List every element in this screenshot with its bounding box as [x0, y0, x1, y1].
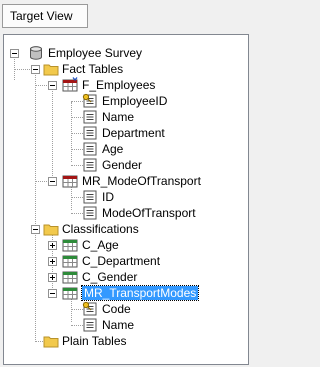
database-icon: [30, 46, 42, 60]
tree-line: [35, 85, 47, 86]
tree-node-mr-mode-of-transport[interactable]: MR_ModeOfTransport: [4, 173, 244, 189]
key-field-icon: [82, 93, 97, 108]
tree-node-field[interactable]: Code: [4, 301, 244, 317]
c-department-label: C_Department: [82, 254, 161, 268]
tree-node-field[interactable]: Age: [4, 141, 244, 157]
tree-node-root[interactable]: Employee Survey: [4, 45, 244, 61]
table-icon: [62, 175, 78, 188]
field-label: Gender: [102, 158, 143, 172]
field-label: Department: [102, 126, 165, 140]
fact-tables-label: Fact Tables: [62, 62, 124, 76]
field-label: Age: [102, 142, 124, 156]
tree-node-c-department[interactable]: C_Department: [4, 253, 244, 269]
classification-table-icon: [62, 271, 78, 284]
field-label: Code: [102, 302, 131, 316]
field-icon: [83, 318, 97, 332]
field-label: Name: [102, 110, 135, 124]
tree-node-field[interactable]: Name: [4, 317, 244, 333]
classifications-label: Classifications: [62, 222, 139, 236]
field-label: EmployeeID: [102, 94, 168, 108]
tree-node-field[interactable]: Gender: [4, 157, 244, 173]
tree-node-c-age[interactable]: C_Age: [4, 237, 244, 253]
mr-transport-modes-label: MR_TransportModes: [80, 285, 200, 301]
tree-node-plain-tables[interactable]: Plain Tables: [4, 333, 244, 349]
root-label: Employee Survey: [48, 46, 143, 60]
tree-node-field[interactable]: ID: [4, 189, 244, 205]
tree-node-field[interactable]: Department: [4, 125, 244, 141]
tree-node-c-gender[interactable]: C_Gender: [4, 269, 244, 285]
tree-node-field[interactable]: EmployeeID: [4, 93, 244, 109]
collapse-icon[interactable]: [31, 225, 40, 234]
field-label: ModeOfTransport: [102, 206, 196, 220]
expand-icon[interactable]: [48, 241, 57, 250]
expand-icon[interactable]: [48, 257, 57, 266]
tree-line: [14, 69, 30, 70]
classification-table-icon: [62, 239, 78, 252]
field-icon: [83, 190, 97, 204]
tree-line: [35, 341, 43, 342]
mr-mode-label: MR_ModeOfTransport: [82, 174, 201, 188]
target-tree[interactable]: Employee Survey Fact Tables F_Employees …: [3, 34, 249, 365]
panel-title-tab: Target View: [2, 4, 88, 28]
f-employees-label: F_Employees: [82, 78, 156, 92]
tree-node-field[interactable]: Name: [4, 109, 244, 125]
table-icon: [62, 77, 78, 92]
collapse-icon[interactable]: [48, 81, 57, 90]
tree-node-f-employees[interactable]: F_Employees: [4, 77, 244, 93]
field-icon: [83, 126, 97, 140]
field-icon: [83, 206, 97, 220]
collapse-icon[interactable]: [10, 49, 19, 58]
field-icon: [83, 158, 97, 172]
folder-icon: [43, 336, 59, 348]
field-label: ID: [102, 190, 114, 204]
collapse-icon[interactable]: [48, 177, 57, 186]
classification-table-icon: [62, 255, 78, 268]
field-icon: [83, 142, 97, 156]
tree-line: [35, 181, 47, 182]
folder-icon: [43, 64, 59, 76]
c-age-label: C_Age: [82, 238, 119, 252]
field-label: Name: [102, 318, 135, 332]
plain-tables-label: Plain Tables: [62, 334, 127, 348]
collapse-icon[interactable]: [31, 65, 40, 74]
folder-icon: [43, 224, 59, 236]
field-icon: [83, 110, 97, 124]
c-gender-label: C_Gender: [82, 270, 138, 284]
panel-title: Target View: [10, 9, 73, 23]
tree-node-mr-transport-modes[interactable]: MR_TransportModes: [4, 285, 244, 301]
tree-node-fact-tables[interactable]: Fact Tables: [4, 61, 244, 77]
collapse-icon[interactable]: [48, 289, 57, 298]
tree-node-field[interactable]: ModeOfTransport: [4, 205, 244, 221]
classification-table-icon: [62, 287, 78, 300]
target-view-panel: Target View Employee Survey Fact Tables …: [0, 0, 253, 367]
tree-node-classifications[interactable]: Classifications: [4, 221, 244, 237]
key-field-icon: [82, 301, 97, 316]
expand-icon[interactable]: [48, 273, 57, 282]
